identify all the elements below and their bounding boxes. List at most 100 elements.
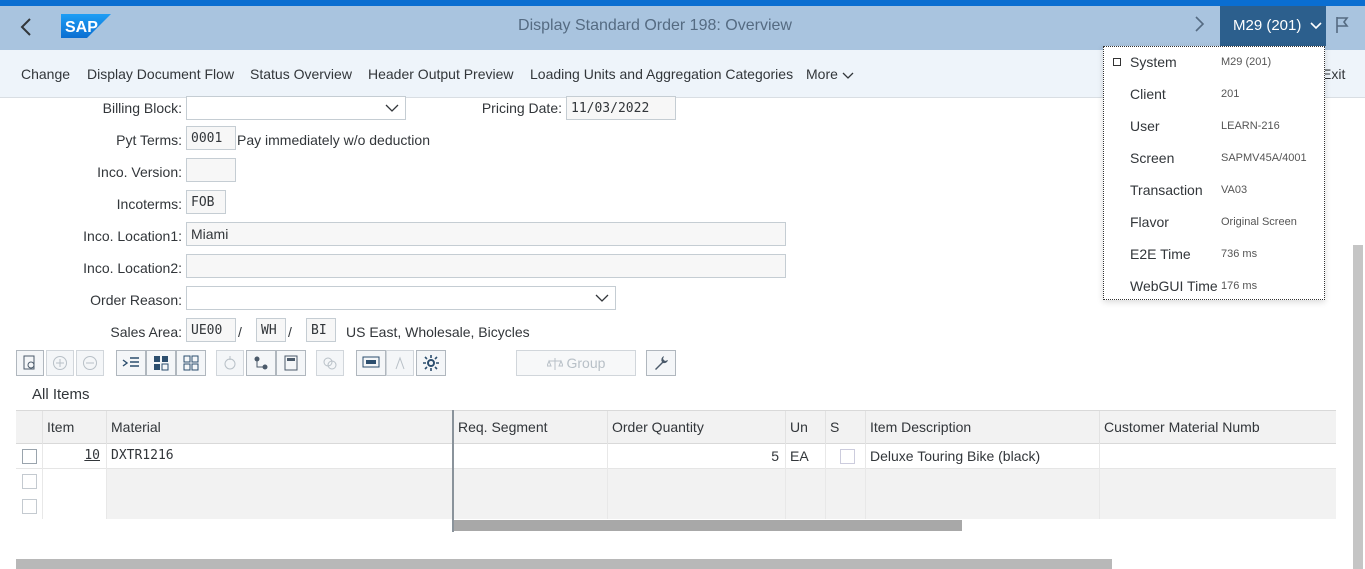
settings-gear-icon[interactable] <box>416 350 446 376</box>
table-header: Item Material Req. Segment Order Quantit… <box>16 410 1336 444</box>
frozen-column-divider[interactable] <box>452 410 454 532</box>
display-icon[interactable] <box>356 350 386 376</box>
incoterms-field[interactable]: FOB <box>186 190 226 214</box>
system-info-row-transaction[interactable]: Transaction VA03 <box>1104 175 1324 207</box>
wrench-icon[interactable] <box>646 350 676 376</box>
select-column-header[interactable] <box>16 411 42 444</box>
inco-location1-field[interactable]: Miami <box>186 222 786 246</box>
column-header-unit[interactable]: Un <box>785 411 825 444</box>
loading-units-button[interactable]: Loading Units and Aggregation Categories <box>530 66 793 82</box>
chevron-left-icon <box>20 18 31 36</box>
req-segment-cell <box>453 444 607 469</box>
indent-list-icon[interactable] <box>116 350 146 376</box>
sap-logo[interactable]: SAP <box>61 14 111 38</box>
pricing-icon[interactable] <box>216 350 244 376</box>
logo-text: SAP <box>65 19 98 36</box>
distribution-channel-field[interactable]: WH <box>256 318 286 342</box>
sales-area-separator: / <box>288 324 292 340</box>
delete-row-icon[interactable] <box>76 350 104 376</box>
system-info-row-client[interactable]: Client 201 <box>1104 79 1324 111</box>
system-info-row-system[interactable]: System M29 (201) <box>1104 47 1324 79</box>
sales-area-separator: / <box>238 324 242 340</box>
sort-icon[interactable] <box>386 350 414 376</box>
order-quantity-cell: 5 <box>607 444 785 469</box>
billing-block-label: Billing Block: <box>102 100 182 116</box>
column-header-req-segment[interactable]: Req. Segment <box>453 411 607 444</box>
exit-button[interactable]: Exit <box>1322 66 1345 82</box>
forward-button[interactable] <box>1192 14 1206 40</box>
deselect-all-icon[interactable] <box>176 350 206 376</box>
division-field[interactable]: BI <box>306 318 336 342</box>
display-document-flow-button[interactable]: Display Document Flow <box>87 66 234 82</box>
sales-area-label: Sales Area: <box>110 324 182 340</box>
chevron-down-icon <box>595 294 609 302</box>
chevron-down-icon <box>842 72 854 80</box>
inco-location1-label: Inco. Location1: <box>83 228 182 244</box>
shell-header: SAP Display Standard Order 198: Overview… <box>0 6 1365 50</box>
calculator-icon[interactable] <box>276 350 306 376</box>
pyt-terms-description: Pay immediately w/o deduction <box>237 132 430 148</box>
table-row[interactable] <box>16 469 1336 494</box>
sales-area-description: US East, Wholesale, Bicycles <box>346 324 530 340</box>
page-title: Display Standard Order 198: Overview <box>518 17 792 34</box>
column-header-item-description[interactable]: Item Description <box>865 411 1099 444</box>
order-reason-select[interactable] <box>186 286 616 310</box>
customer-material-cell <box>1099 444 1336 469</box>
status-checkbox <box>840 449 855 464</box>
row-select-checkbox[interactable] <box>22 474 37 489</box>
pyt-terms-label: Pyt Terms: <box>116 132 182 148</box>
system-menu-button[interactable]: M29 (201) <box>1220 6 1326 46</box>
all-items-title: All Items <box>32 386 90 403</box>
pricing-date-field[interactable]: 11/03/2022 <box>566 96 676 120</box>
change-button[interactable]: Change <box>21 66 70 82</box>
chevron-right-icon <box>1195 16 1205 32</box>
column-header-item[interactable]: Item <box>42 411 106 444</box>
page-vertical-scrollbar[interactable] <box>1353 245 1363 569</box>
column-header-order-quantity[interactable]: Order Quantity <box>607 411 785 444</box>
chevron-down-icon <box>1309 22 1322 30</box>
table-row[interactable]: 10 DXTR1216 5 EA Deluxe Touring Bike (bl… <box>16 444 1336 469</box>
square-icon <box>1113 58 1121 66</box>
configuration-icon[interactable] <box>246 350 276 376</box>
page-horizontal-scrollbar[interactable] <box>16 559 1112 569</box>
coins-icon[interactable] <box>316 350 344 376</box>
pricing-date-label: Pricing Date: <box>481 100 562 116</box>
table-horizontal-scrollbar[interactable] <box>454 520 962 531</box>
group-button[interactable]: Group <box>516 350 636 376</box>
column-header-status[interactable]: S <box>825 411 865 444</box>
system-menu-label: M29 (201) <box>1233 17 1302 34</box>
item-description-cell: Deluxe Touring Bike (black) <box>865 444 1099 469</box>
order-reason-label: Order Reason: <box>90 292 182 308</box>
group-label: Group <box>566 355 606 371</box>
pyt-terms-field[interactable]: 0001 <box>186 126 236 150</box>
system-info-popover: System M29 (201) Client 201 User LEARN-2… <box>1103 46 1325 300</box>
table-row[interactable] <box>16 494 1336 519</box>
system-info-row-screen[interactable]: Screen SAPMV45A/4001 <box>1104 143 1324 175</box>
system-info-row-user[interactable]: User LEARN-216 <box>1104 111 1324 143</box>
system-info-row-e2e-time[interactable]: E2E Time 736 ms <box>1104 239 1324 271</box>
billing-block-select[interactable] <box>186 96 406 120</box>
incoterms-label: Incoterms: <box>116 196 182 212</box>
flag-icon[interactable] <box>1335 16 1351 39</box>
sales-org-field[interactable]: UE00 <box>186 318 236 342</box>
system-info-row-flavor[interactable]: Flavor Original Screen <box>1104 207 1324 239</box>
item-number-link[interactable]: 10 <box>42 444 106 469</box>
inco-location2-label: Inco. Location2: <box>83 260 182 276</box>
add-row-icon[interactable] <box>46 350 74 376</box>
select-all-icon[interactable] <box>146 350 176 376</box>
row-select-checkbox[interactable] <box>22 499 37 514</box>
back-button[interactable] <box>14 14 40 40</box>
scale-icon <box>545 358 564 371</box>
inco-location2-field[interactable] <box>186 254 786 278</box>
more-menu-button[interactable]: More <box>806 66 854 82</box>
header-output-preview-button[interactable]: Header Output Preview <box>368 66 514 82</box>
row-select-checkbox[interactable] <box>22 449 37 464</box>
system-info-row-webgui-time[interactable]: WebGUI Time 176 ms <box>1104 271 1324 303</box>
inco-version-label: Inco. Version: <box>97 164 182 180</box>
details-icon[interactable] <box>16 350 44 376</box>
column-header-customer-material[interactable]: Customer Material Numb <box>1099 411 1336 444</box>
status-overview-button[interactable]: Status Overview <box>250 66 352 82</box>
column-header-material[interactable]: Material <box>106 411 453 444</box>
unit-cell: EA <box>785 444 825 469</box>
inco-version-field[interactable] <box>186 158 236 182</box>
